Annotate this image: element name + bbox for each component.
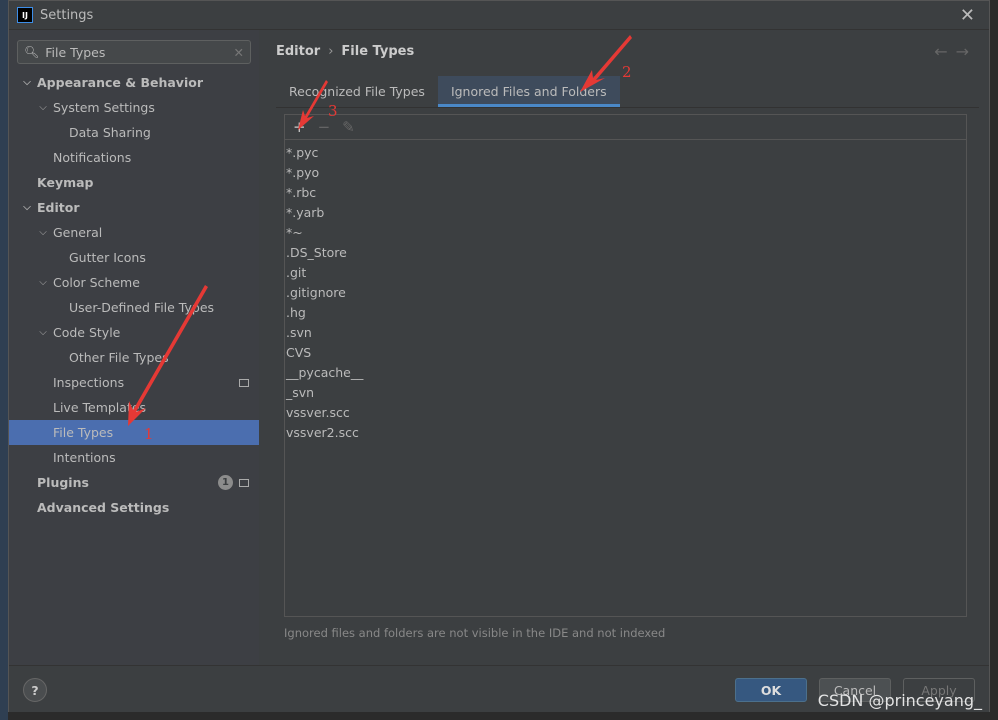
list-item[interactable]: .DS_Store <box>285 243 966 263</box>
close-icon[interactable]: ✕ <box>960 5 975 26</box>
edit-pencil-icon[interactable]: ✎ <box>342 118 355 136</box>
tree-item-label: Advanced Settings <box>37 500 170 515</box>
tree-item-label: Keymap <box>37 175 94 190</box>
tree-item[interactable]: Gutter Icons <box>9 245 259 270</box>
tree-item[interactable]: User-Defined File Types <box>9 295 259 320</box>
list-item[interactable]: .gitignore <box>285 283 966 303</box>
remove-icon[interactable]: − <box>318 118 331 136</box>
chevron-down-icon[interactable]: ⌵ <box>37 327 49 338</box>
tree-item[interactable]: Inspections <box>9 370 259 395</box>
add-icon[interactable]: + <box>293 118 306 136</box>
list-item[interactable]: *.pyo <box>285 163 966 183</box>
project-level-icon <box>239 478 249 487</box>
breadcrumb-separator: › <box>328 44 334 59</box>
tree-item-label: Inspections <box>53 375 125 390</box>
tree-item-label: Data Sharing <box>69 125 151 140</box>
forward-arrow-icon[interactable]: → <box>956 42 977 61</box>
search-input[interactable] <box>45 44 234 60</box>
list-toolbar: + − ✎ <box>285 115 966 140</box>
tree-item-label: Plugins <box>37 475 89 490</box>
tree-item-label: User-Defined File Types <box>69 300 215 315</box>
list-item[interactable]: .git <box>285 263 966 283</box>
search-icon: 🔍︎ <box>24 45 40 59</box>
tree-item[interactable]: Advanced Settings <box>9 495 259 520</box>
tree-item[interactable]: ⌵ Appearance & Behavior <box>9 70 259 95</box>
clear-search-icon[interactable]: ✕ <box>234 45 244 60</box>
settings-dialog: IJ Settings ✕ 🔍︎ ✕ ⌵ Appearance & Behavio… <box>8 0 990 712</box>
tree-item[interactable]: Live Templates <box>9 395 259 420</box>
settings-sidebar: 🔍︎ ✕ ⌵ Appearance & Behavior ⌵ System Setti… <box>9 30 259 665</box>
tree-item[interactable]: Data Sharing <box>9 120 259 145</box>
tree-item-label: Code Style <box>53 325 121 340</box>
tree-item-label: Other File Types <box>69 350 169 365</box>
tree-item-label: Intentions <box>53 450 116 465</box>
breadcrumb: Editor › File Types <box>276 44 414 59</box>
ok-button[interactable]: OK <box>735 678 807 702</box>
chevron-down-icon[interactable]: ⌵ <box>21 202 33 213</box>
watermark: CSDN @princeyang_ <box>817 691 982 710</box>
list-item[interactable]: *~ <box>285 223 966 243</box>
hint-text: Ignored files and folders are not visibl… <box>284 626 666 640</box>
list-item[interactable]: CVS <box>285 343 966 363</box>
tree-item-label: Appearance & Behavior <box>37 75 203 90</box>
settings-tree: ⌵ Appearance & Behavior ⌵ System Settings Da… <box>9 70 259 520</box>
tree-item-label: General <box>53 225 103 240</box>
list-item[interactable]: *.yarb <box>285 203 966 223</box>
window-title: Settings <box>40 7 94 23</box>
tree-item-label: Live Templates <box>53 400 147 415</box>
tree-item[interactable]: Keymap <box>9 170 259 195</box>
list-item[interactable]: vssver2.scc <box>285 423 966 443</box>
tab-ignored-files-and-folders[interactable]: Ignored Files and Folders <box>437 76 620 107</box>
tree-item-label: File Types <box>53 425 114 440</box>
list-item[interactable]: .svn <box>285 323 966 343</box>
chevron-down-icon[interactable]: ⌵ <box>21 77 33 88</box>
tree-item[interactable]: ⌵ General <box>9 220 259 245</box>
tree-item-label: Notifications <box>53 150 132 165</box>
intellij-logo-icon: IJ <box>17 7 33 23</box>
ignored-rows: *.pyc *.pyo *.rbc *.yarb *~ .DS_Store .git .git… <box>285 140 966 443</box>
list-item[interactable]: vssver.scc <box>285 403 966 423</box>
chevron-down-icon[interactable]: ⌵ <box>37 102 49 113</box>
list-item[interactable]: _svn <box>285 383 966 403</box>
annotation-3: 3 <box>328 102 338 120</box>
tree-item[interactable]: ⌵ System Settings <box>9 95 259 120</box>
search-field[interactable]: 🔍︎ ✕ <box>17 40 251 64</box>
background-window <box>0 0 8 720</box>
tree-item[interactable]: ⌵ Color Scheme <box>9 270 259 295</box>
annotation-2: 2 <box>622 63 632 81</box>
tree-item-label: System Settings <box>53 100 155 115</box>
breadcrumb-current: File Types <box>341 44 415 59</box>
tree-item[interactable]: ⌵ Editor <box>9 195 259 220</box>
tree-item-label: Editor <box>37 200 80 215</box>
chevron-down-icon[interactable]: ⌵ <box>37 277 49 288</box>
tree-item[interactable]: File Types <box>9 420 259 445</box>
list-item[interactable]: __pycache__ <box>285 363 966 383</box>
chevron-down-icon[interactable]: ⌵ <box>37 227 49 238</box>
ignored-list: + − ✎ *.pyc *.pyo *.rbc *.yarb *~ .DS_Store .g… <box>284 114 967 617</box>
breadcrumb-parent: Editor <box>276 44 321 59</box>
file-types-panel: Editor › File Types ←→ Recognized File Typ… <box>259 30 989 665</box>
tree-item[interactable]: Other File Types <box>9 345 259 370</box>
list-item[interactable]: *.pyc <box>285 143 966 163</box>
list-item[interactable]: .hg <box>285 303 966 323</box>
tab-recognized-file-types[interactable]: Recognized File Types <box>276 76 438 107</box>
tree-item-label: Gutter Icons <box>69 250 146 265</box>
tree-item[interactable]: Intentions <box>9 445 259 470</box>
tree-item-label: Color Scheme <box>53 275 140 290</box>
tree-item[interactable]: Plugins 1 <box>9 470 259 495</box>
back-arrow-icon[interactable]: ← <box>934 42 955 61</box>
project-level-icon <box>239 378 249 387</box>
nav-arrows: ←→ <box>934 42 977 61</box>
tree-item[interactable]: Notifications <box>9 145 259 170</box>
help-button[interactable]: ? <box>23 678 47 702</box>
title-bar: IJ Settings ✕ <box>9 1 989 30</box>
list-item[interactable]: *.rbc <box>285 183 966 203</box>
annotation-1: 1 <box>144 425 154 443</box>
update-count-badge: 1 <box>218 475 233 490</box>
tree-item[interactable]: ⌵ Code Style <box>9 320 259 345</box>
